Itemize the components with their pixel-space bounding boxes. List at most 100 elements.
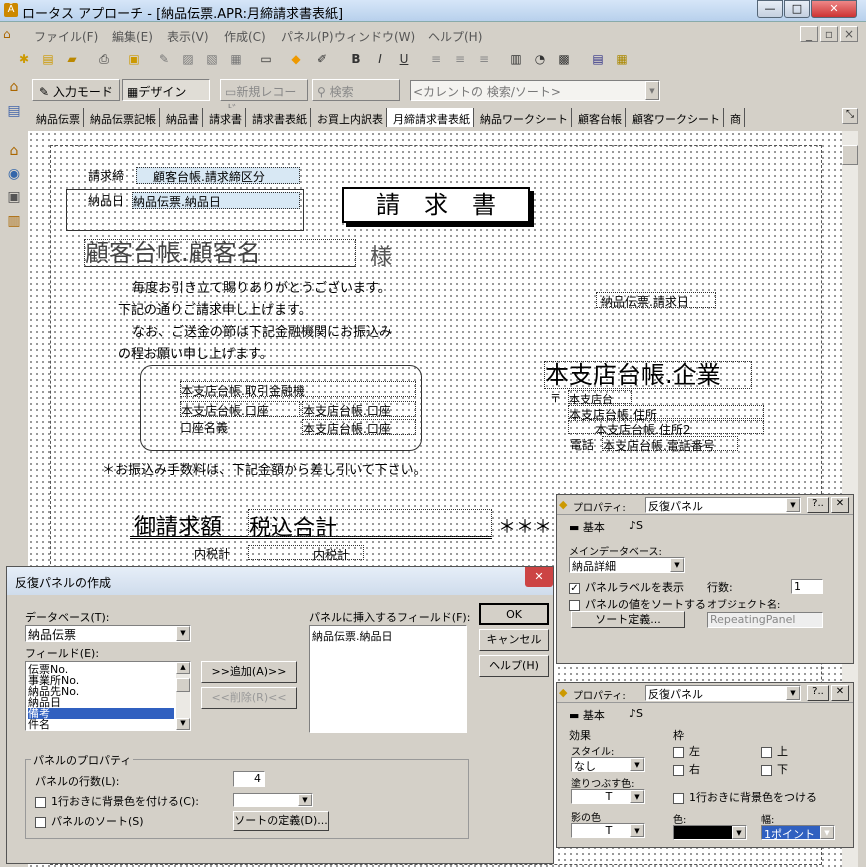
bank-name-field[interactable]: 本支店台帳.取引金融機 xyxy=(180,381,416,398)
doc-list-icon[interactable]: ▤ xyxy=(3,100,25,122)
frame-bottom-checkbox[interactable]: 下 xyxy=(761,761,788,777)
tab-customer-ledger[interactable]: 顧客台帳 xyxy=(572,108,626,127)
properties-close-button[interactable]: ✕ xyxy=(831,497,849,513)
alt-bg-color-dropdown[interactable]: ▼ xyxy=(233,793,313,807)
line-width-dropdown[interactable]: 1ポイント ▼ xyxy=(761,825,835,840)
new-icon[interactable]: ▤ xyxy=(38,49,58,69)
menu-help[interactable]: ヘルプ(H) xyxy=(428,28,482,45)
cut-icon[interactable]: ✎ xyxy=(154,49,174,69)
menu-edit[interactable]: 編集(E) xyxy=(112,28,153,45)
checkbox-box[interactable] xyxy=(35,796,46,808)
fill-color-icon[interactable]: ◆ xyxy=(286,49,306,69)
rows-input[interactable]: 1 xyxy=(791,579,823,594)
insert-field-item[interactable]: 納品伝票.納品日 xyxy=(310,626,466,646)
house-icon[interactable]: ⌂ xyxy=(3,140,25,162)
mdi-restore-button[interactable]: ▫ xyxy=(820,26,838,42)
copy-icon[interactable]: ▨ xyxy=(178,49,198,69)
paste-icon[interactable]: ▧ xyxy=(202,49,222,69)
company-name-field[interactable]: 本支店台帳.企業 xyxy=(544,361,752,389)
align-center-icon[interactable]: ≡ xyxy=(450,49,470,69)
scroll-thumb[interactable] xyxy=(176,678,190,692)
scroll-thumb[interactable] xyxy=(842,145,858,165)
line-color-icon[interactable]: ✐ xyxy=(312,49,332,69)
grid-icon[interactable]: ▩ xyxy=(554,49,574,69)
checkbox-box[interactable] xyxy=(673,792,684,804)
ok-button[interactable]: OK xyxy=(479,603,549,625)
scroll-up-icon[interactable]: ▲ xyxy=(176,662,190,674)
save-icon[interactable]: ▣ xyxy=(124,49,144,69)
fields-list[interactable]: 伝票No. 事業所No. 納品先No. 納品日 備考 件名 ▲ ▼ xyxy=(25,661,191,731)
main-db-dropdown[interactable]: 納品詳細 ▼ xyxy=(569,557,685,573)
underline-icon[interactable]: U xyxy=(394,49,414,69)
show-label-checkbox[interactable]: ✓ パネルラベルを表示 xyxy=(569,579,684,595)
menu-create[interactable]: 作成(C) xyxy=(224,28,266,45)
tab-more[interactable]: 商 xyxy=(724,108,745,127)
tab-delivery-worksheet[interactable]: 納品ワークシート xyxy=(474,108,572,127)
dialog-close-button[interactable]: ✕ xyxy=(525,567,553,587)
bank-icon[interactable]: ▥ xyxy=(3,210,25,232)
menu-window[interactable]: ウィンドウ(W) xyxy=(334,28,415,45)
remove-button[interactable]: <<削除(R)<< xyxy=(201,687,297,709)
tab-invoice[interactable]: 請求書 xyxy=(203,108,246,127)
delivery-date-field[interactable]: 納品伝票.納品日 xyxy=(132,192,300,209)
current-search-dropdown[interactable]: <カレントの 検索/ソート> ▼ xyxy=(410,80,660,101)
properties-close-button[interactable]: ✕ xyxy=(831,685,849,701)
alt-bg-checkbox[interactable]: 1行おきに背景色を付ける(C): xyxy=(35,793,199,809)
fill-color-dropdown[interactable]: T ▼ xyxy=(571,789,645,804)
report-icon[interactable]: ▤ xyxy=(588,49,608,69)
tab-resize-icon[interactable]: ⤡ xyxy=(842,108,858,124)
tab-macro[interactable]: ♪S xyxy=(629,519,643,532)
new-record-button[interactable]: ▭新規レコード xyxy=(220,79,308,116)
chart-icon[interactable]: ▦ xyxy=(612,49,632,69)
rectangle-icon[interactable]: ▭ xyxy=(256,49,276,69)
sort-values-checkbox[interactable]: パネルの値をソートする xyxy=(569,596,706,612)
tab-basic[interactable]: ▬ 基本 xyxy=(569,707,605,723)
smartmaster-icon[interactable]: ✱ xyxy=(14,49,34,69)
tax-field[interactable]: 内税計 xyxy=(248,545,364,562)
sort-definition-button[interactable]: ソートの定義(D)... xyxy=(233,811,329,831)
search-button[interactable]: ⚲ 検索 xyxy=(312,79,400,101)
postal-field[interactable]: 本支店台 xyxy=(568,390,632,406)
close-button[interactable]: ✕ xyxy=(811,0,857,18)
help-globe-icon[interactable]: ◉ xyxy=(3,163,25,185)
checkbox-box[interactable] xyxy=(761,746,772,758)
frame-left-checkbox[interactable]: 左 xyxy=(673,743,700,759)
timer-icon[interactable]: ◔ xyxy=(530,49,550,69)
align-right-icon[interactable]: ≡ xyxy=(474,49,494,69)
account-holder-field[interactable]: 本支店台帳.口座 xyxy=(302,419,416,436)
checkbox-box[interactable] xyxy=(673,746,684,758)
mdi-minimize-button[interactable]: _ xyxy=(800,26,818,42)
italic-icon[interactable]: I xyxy=(370,49,390,69)
billing-date-field[interactable]: 納品伝票.請求日 xyxy=(596,292,716,309)
frame-right-checkbox[interactable]: 右 xyxy=(673,761,700,777)
mdi-close-button[interactable]: × xyxy=(840,26,858,42)
tab-basic[interactable]: ▬ 基本 xyxy=(569,519,605,535)
tab-purchase-detail[interactable]: お買上内訳表 xyxy=(311,108,387,127)
style-dropdown[interactable]: なし ▼ xyxy=(571,757,645,772)
line-color-dropdown[interactable]: ▼ xyxy=(673,825,747,840)
panel-sort-checkbox[interactable]: パネルのソート(S) xyxy=(35,813,144,829)
tel-field[interactable]: 本支店台帳.電話番号 xyxy=(602,436,738,453)
fields-scrollbar[interactable]: ▲ ▼ xyxy=(176,662,190,730)
address-2-field[interactable]: 本支店台帳.住所2 xyxy=(568,420,764,437)
field-item[interactable]: 件名 xyxy=(28,719,174,730)
form-icon[interactable]: ▥ xyxy=(506,49,526,69)
checkbox-box[interactable] xyxy=(569,599,580,611)
insert-fields-list[interactable]: 納品伝票.納品日 xyxy=(309,625,467,733)
tab-macro[interactable]: ♪S xyxy=(629,707,643,720)
amount-field[interactable]: 税込合計 xyxy=(248,509,492,541)
shadow-color-dropdown[interactable]: T ▼ xyxy=(571,823,645,838)
print-icon[interactable]: ⎙ xyxy=(94,49,114,69)
object-selector-dropdown[interactable]: 反復パネル ▼ xyxy=(645,497,801,513)
design-mode-button[interactable]: ▦デザイン xyxy=(122,79,210,101)
tab-invoice-cover[interactable]: 請求書表紙 xyxy=(246,108,311,127)
bill-close-field[interactable]: 顧客台帳.請求締区分 xyxy=(136,167,300,184)
cancel-button[interactable]: キャンセル xyxy=(479,629,549,651)
customer-name-field[interactable]: 顧客台帳.顧客名 xyxy=(84,239,356,267)
properties-help-button[interactable]: ?.. xyxy=(807,497,829,513)
checkbox-box[interactable] xyxy=(673,764,684,776)
alt-bg-checkbox[interactable]: 1行おきに背景色をつける xyxy=(673,789,817,805)
menu-view[interactable]: 表示(V) xyxy=(167,28,209,45)
checkbox-box[interactable] xyxy=(761,764,772,776)
tab-delivery-slip-entry[interactable]: 納品伝票記帳 xyxy=(84,108,160,127)
